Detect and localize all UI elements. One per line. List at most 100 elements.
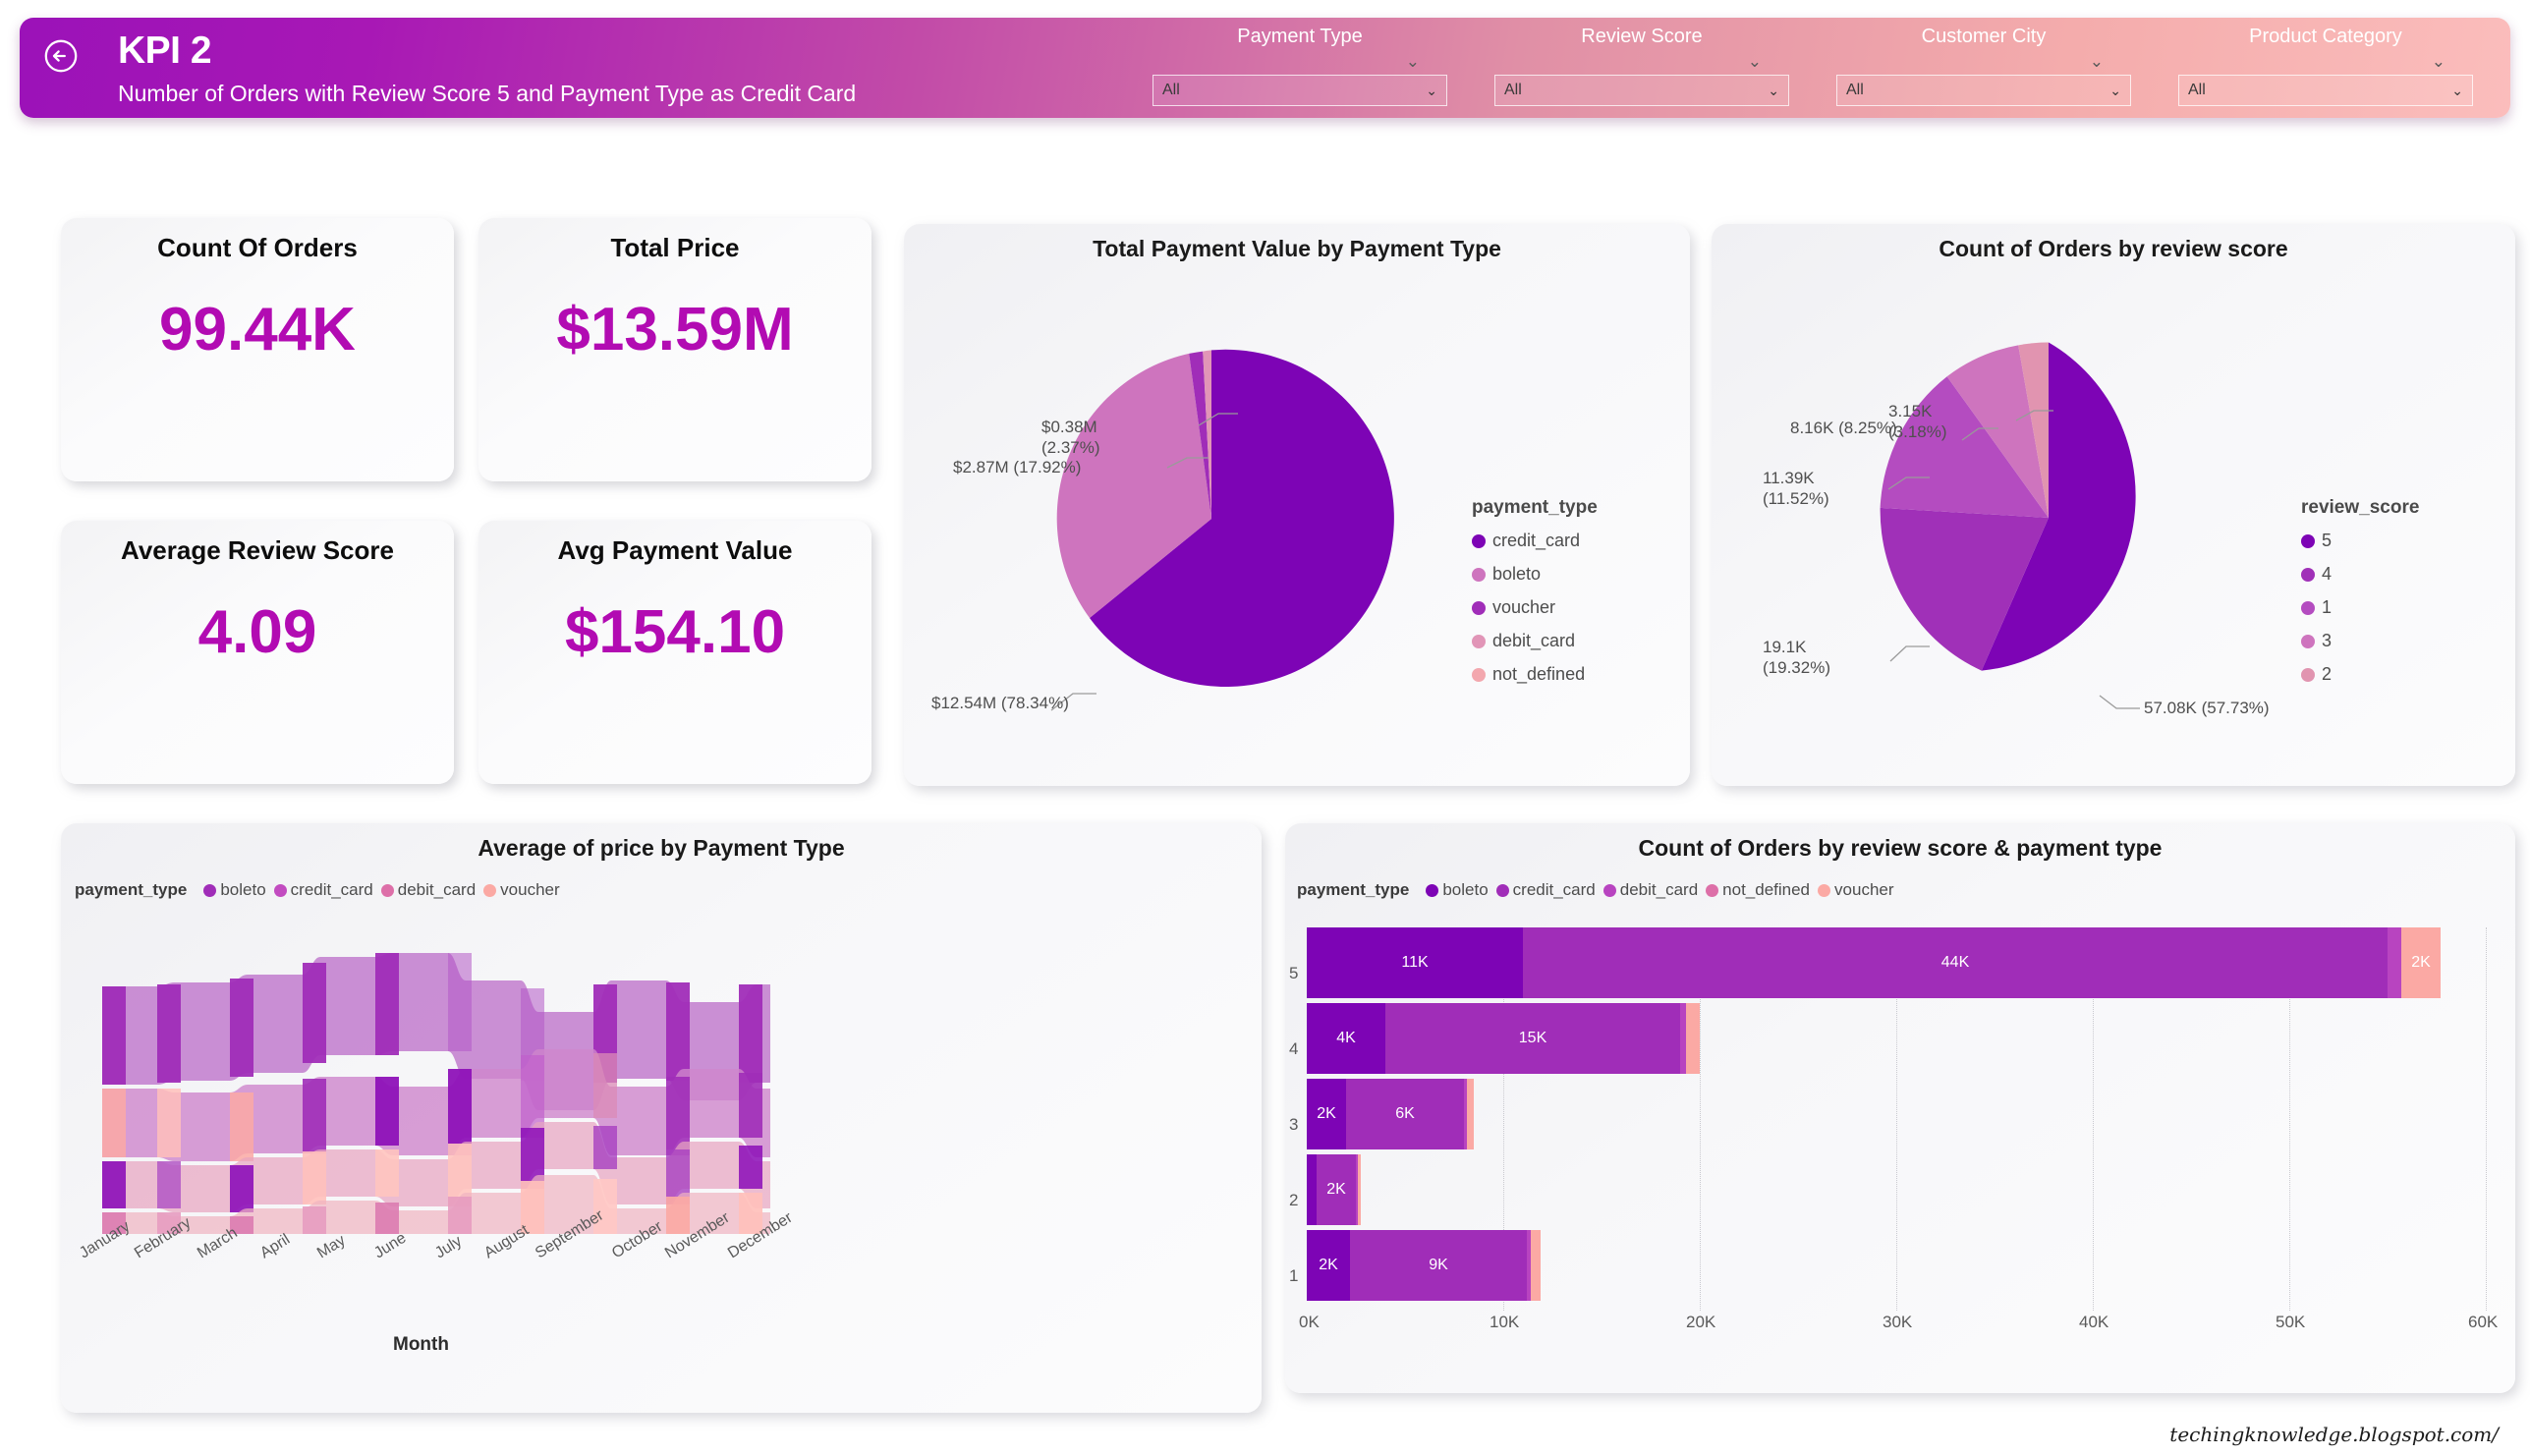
bar-segment-credit-card[interactable]: 44K [1523, 927, 2388, 998]
legend-title: payment_type [75, 880, 188, 899]
filter-label: Customer City [1921, 26, 2047, 47]
bar-segment-credit-card[interactable]: 15K [1385, 1003, 1680, 1074]
legend-swatch-icon [2301, 567, 2315, 582]
legend-item[interactable]: debit_card [1472, 631, 1598, 651]
bar-segment-voucher[interactable]: 2K [2401, 927, 2441, 998]
table-row[interactable]: 2K [1307, 1154, 1361, 1225]
bar-value-label: 6K [1395, 1105, 1415, 1122]
kpi-card-title: Count Of Orders [157, 233, 358, 262]
chevron-down-icon[interactable]: ⌄ [1153, 49, 1447, 75]
kpi-card-avg-payment-value[interactable]: Avg Payment Value $154.10 [478, 521, 871, 784]
table-row[interactable]: 2K 6K [1307, 1079, 1474, 1149]
ribbon-chart-avg-price[interactable] [102, 939, 770, 1234]
legend-title: payment_type [1472, 497, 1598, 518]
legend-label[interactable]: voucher [500, 880, 559, 900]
legend-item[interactable]: credit_card [1472, 531, 1598, 551]
bar-segment-boleto[interactable]: 2K [1307, 1079, 1346, 1149]
table-row[interactable]: 2K 9K [1307, 1230, 1541, 1301]
chevron-down-icon[interactable]: ⌄ [2178, 49, 2473, 75]
chevron-down-icon[interactable]: ⌄ [1836, 49, 2131, 75]
bar-segment-boleto[interactable]: 11K [1307, 927, 1523, 998]
kpi-card-title: Avg Payment Value [557, 535, 793, 565]
legend-swatch-icon [380, 883, 394, 897]
bar-value-label: 11K [1401, 954, 1429, 971]
legend-label[interactable]: boleto [1442, 880, 1488, 900]
filter-label: Product Category [2249, 26, 2402, 47]
legend-title: payment_type [1297, 880, 1410, 899]
bar-segment-voucher[interactable] [1358, 1154, 1361, 1225]
filter-product-category: Product Category ⌄ All ⌄ [2178, 26, 2473, 106]
bar-segment-voucher[interactable] [1531, 1230, 1541, 1301]
filter-dropdown-product-category[interactable]: All ⌄ [2178, 75, 2473, 106]
legend-label[interactable]: credit_card [1513, 880, 1596, 900]
chart-title: Average of price by Payment Type [478, 835, 845, 861]
legend-item[interactable]: not_defined [1472, 664, 1598, 685]
bar-segment-credit-card[interactable]: 9K [1350, 1230, 1527, 1301]
filter-value: All [2188, 82, 2206, 98]
pie-label-boleto: $2.87M (17.92%) [953, 458, 1082, 476]
filter-customer-city: Customer City ⌄ All ⌄ [1836, 26, 2131, 106]
legend-swatch-icon [1602, 883, 1616, 897]
kpi-card-title: Average Review Score [121, 535, 394, 565]
legend-payment-type-bar: payment_type boleto credit_card debit_ca… [1297, 880, 1894, 900]
legend-swatch-icon [1472, 533, 1486, 548]
bar-segment-boleto[interactable] [1307, 1154, 1317, 1225]
page-title: KPI 2 [118, 29, 212, 72]
bar-segment-boleto[interactable]: 4K [1307, 1003, 1385, 1074]
kpi-card-total-price[interactable]: Total Price $13.59M [478, 218, 871, 481]
filter-dropdown-review-score[interactable]: All ⌄ [1494, 75, 1789, 106]
bar-segment-debit-card[interactable] [2388, 927, 2401, 998]
legend-label[interactable]: voucher [1834, 880, 1893, 900]
kpi-card-count-of-orders[interactable]: Count Of Orders 99.44K [61, 218, 454, 481]
legend-label[interactable]: boleto [220, 880, 265, 900]
kpi-card-value: $154.10 [564, 598, 786, 666]
filter-dropdown-customer-city[interactable]: All ⌄ [1836, 75, 2131, 106]
bar-value-label: 15K [1518, 1030, 1547, 1046]
filter-value: All [1504, 82, 1522, 98]
y-tick-label: 3 [1289, 1115, 1299, 1134]
chevron-down-icon: ⌄ [1426, 82, 1437, 98]
bar-segment-voucher[interactable] [1467, 1079, 1474, 1149]
legend-item[interactable]: 5 [2301, 531, 2419, 551]
chevron-down-icon[interactable]: ⌄ [1494, 49, 1789, 75]
legend-item[interactable]: 2 [2301, 664, 2419, 685]
legend-item[interactable]: 1 [2301, 597, 2419, 618]
legend-swatch-icon [1472, 634, 1486, 648]
legend-label[interactable]: debit_card [1620, 880, 1698, 900]
legend-label: voucher [1492, 597, 1556, 617]
legend-label[interactable]: debit_card [398, 880, 476, 900]
legend-label[interactable]: credit_card [291, 880, 373, 900]
legend-item[interactable]: 3 [2301, 631, 2419, 651]
pie-label-credit-card: $12.54M (78.34%) [931, 694, 1069, 712]
pie-label-score-3: 8.16K (8.25%) [1790, 419, 1897, 437]
legend-item[interactable]: boleto [1472, 564, 1598, 585]
bar-value-label: 2K [1326, 1181, 1346, 1198]
x-tick-label: 50K [2276, 1313, 2306, 1331]
x-tick-label: May [314, 1231, 349, 1262]
legend-title: review_score [2301, 497, 2420, 518]
x-tick-label: 60K [2468, 1313, 2499, 1331]
watermark: techingknowledge.blogspot.com/ [2169, 1423, 2499, 1446]
legend-payment-type: payment_type credit_card boleto voucher … [1472, 497, 1598, 698]
legend-swatch-icon [1495, 883, 1509, 897]
legend-label[interactable]: not_defined [1722, 880, 1810, 900]
bar-segment-credit-card[interactable]: 6K [1346, 1079, 1464, 1149]
table-row[interactable]: 11K 44K 2K [1307, 927, 2441, 998]
table-row[interactable]: 4K 15K [1307, 1003, 1700, 1074]
bar-segment-voucher[interactable] [1686, 1003, 1700, 1074]
kpi-card-average-review-score[interactable]: Average Review Score 4.09 [61, 521, 454, 784]
bar-value-label: 2K [1319, 1257, 1338, 1273]
legend-swatch-icon [1472, 600, 1486, 615]
legend-item[interactable]: voucher [1472, 597, 1598, 618]
kpi-card-value: 4.09 [197, 598, 317, 666]
pie-label-score-2: 3.15K (3.18%) [1888, 402, 1947, 441]
x-tick-label: 30K [1883, 1313, 1913, 1331]
filter-dropdown-payment-type[interactable]: All ⌄ [1153, 75, 1447, 106]
legend-label: 1 [2322, 597, 2333, 617]
legend-item[interactable]: 4 [2301, 564, 2419, 585]
bar-segment-credit-card[interactable]: 2K [1317, 1154, 1356, 1225]
bar-segment-boleto[interactable]: 2K [1307, 1230, 1350, 1301]
panel-total-payment-value: Total Payment Value by Payment Type $0.3… [904, 224, 1690, 786]
circle-arrow-left-icon[interactable] [42, 37, 80, 75]
page-subtitle: Number of Orders with Review Score 5 and… [118, 80, 857, 106]
